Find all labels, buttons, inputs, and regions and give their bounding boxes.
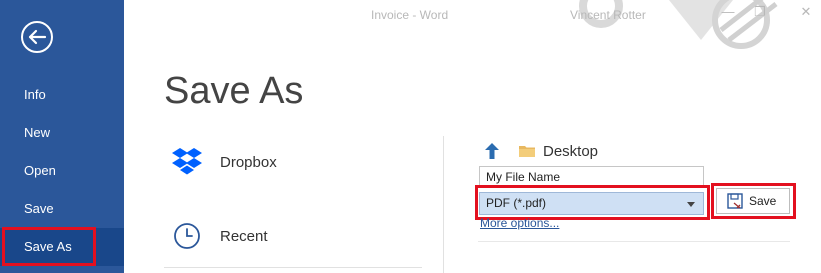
save-disk-icon — [727, 193, 743, 209]
location-divider — [164, 267, 422, 268]
location-recent[interactable]: Recent — [170, 216, 268, 256]
file-type-value: PDF (*.pdf) — [486, 196, 547, 210]
nav-save-as[interactable]: Save As — [0, 228, 124, 266]
more-options-link[interactable]: More options... — [480, 216, 559, 230]
backstage-sidebar: Info New Open Save Save As — [0, 0, 124, 273]
window-title: Invoice - Word — [371, 8, 449, 22]
page-title: Save As — [164, 70, 304, 112]
nav-save[interactable]: Save — [0, 190, 124, 228]
nav-info[interactable]: Info — [0, 76, 124, 114]
back-arrow-circle-icon[interactable] — [20, 20, 54, 54]
file-type-select[interactable]: PDF (*.pdf) — [479, 192, 704, 215]
dropbox-icon — [170, 145, 204, 179]
location-label: Recent — [220, 227, 268, 245]
location-dropbox[interactable]: Dropbox — [170, 142, 277, 182]
current-folder-label[interactable]: Desktop — [543, 143, 598, 160]
folder-icon — [519, 146, 535, 157]
minimize-button[interactable]: — — [720, 4, 736, 20]
file-name-input[interactable] — [479, 166, 704, 188]
close-button[interactable]: ✕ — [798, 4, 814, 20]
up-arrow-icon[interactable] — [484, 142, 500, 160]
clock-icon — [170, 219, 204, 253]
panel-divider — [478, 241, 790, 242]
save-button[interactable]: Save — [716, 188, 790, 214]
nav-new[interactable]: New — [0, 114, 124, 152]
vertical-divider — [443, 136, 444, 273]
restore-button[interactable]: ❐ — [752, 4, 768, 20]
chevron-down-icon — [687, 202, 695, 207]
user-name[interactable]: Vincent Rotter — [570, 8, 646, 22]
save-button-label: Save — [749, 194, 777, 208]
nav-open[interactable]: Open — [0, 152, 124, 190]
location-label: Dropbox — [220, 153, 277, 171]
folder-path-row: Desktop — [484, 140, 598, 162]
